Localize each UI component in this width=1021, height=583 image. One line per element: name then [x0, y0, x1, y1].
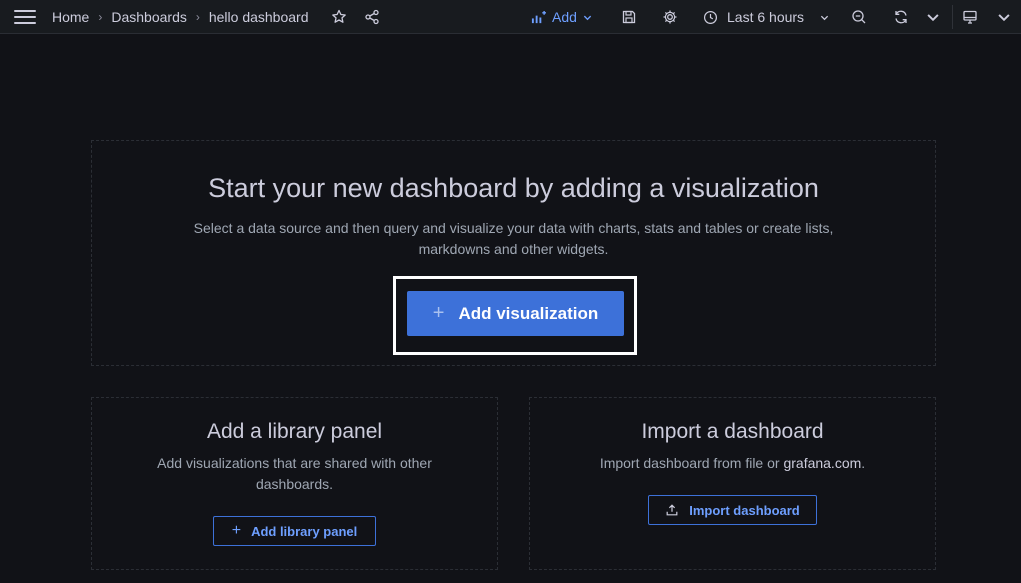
zoom-out-icon[interactable] — [850, 5, 868, 29]
import-dashboard-description: Import dashboard from file or grafana.co… — [570, 453, 895, 474]
breadcrumb-current-dashboard: hello dashboard — [208, 9, 309, 25]
hero-description: Select a data source and then query and … — [193, 220, 834, 257]
breadcrumb: Home › Dashboards › hello dashboard — [52, 0, 309, 34]
time-range-label: Last 6 hours — [727, 9, 805, 25]
save-icon[interactable] — [620, 5, 638, 29]
add-library-panel-button[interactable]: + Add library panel — [213, 516, 376, 546]
focus-highlight: + Add visualization — [393, 276, 637, 355]
empty-dashboard-hero: Start your new dashboard by adding a vis… — [91, 140, 936, 366]
gear-icon[interactable] — [661, 5, 679, 29]
library-panel-card: Add a library panel Add visualizations t… — [91, 397, 498, 570]
hero-title: Start your new dashboard by adding a vis… — [208, 173, 819, 203]
breadcrumb-dashboards[interactable]: Dashboards — [111, 9, 187, 25]
upload-icon — [666, 504, 678, 516]
plus-icon: + — [231, 522, 242, 539]
chevron-right-icon: › — [195, 10, 200, 24]
refresh-icon[interactable] — [892, 5, 910, 29]
menu-icon[interactable] — [14, 7, 36, 27]
toolbar-divider — [952, 5, 953, 29]
import-description-suffix: . — [861, 455, 866, 471]
add-visualization-label: Add visualization — [458, 303, 599, 323]
import-dashboard-title: Import a dashboard — [641, 420, 824, 443]
add-library-panel-label: Add library panel — [251, 523, 358, 539]
add-label: Add — [552, 9, 577, 25]
import-dashboard-card: Import a dashboard Import dashboard from… — [529, 397, 936, 570]
add-visualization-button[interactable]: + Add visualization — [407, 291, 624, 336]
add-panel-icon — [531, 10, 546, 23]
grafana-com-link[interactable]: grafana.com — [783, 455, 861, 471]
clock-icon — [703, 10, 718, 24]
import-dashboard-label: Import dashboard — [689, 502, 800, 518]
library-panel-description: Add visualizations that are shared with … — [157, 455, 432, 492]
library-panel-title: Add a library panel — [206, 420, 383, 443]
view-chevron-down-icon[interactable] — [997, 5, 1011, 29]
import-description-text: Import dashboard from file or — [599, 455, 784, 471]
top-navigation-bar: Home › Dashboards › hello dashboard Add … — [0, 0, 1021, 34]
refresh-interval-chevron-down-icon[interactable] — [926, 5, 940, 29]
chevron-down-icon — [583, 15, 592, 20]
star-icon[interactable] — [330, 5, 348, 29]
time-range-picker[interactable]: Last 6 hours — [703, 5, 829, 29]
share-icon[interactable] — [363, 5, 381, 29]
chevron-down-icon — [820, 15, 829, 20]
plus-icon: + — [432, 302, 445, 324]
add-dropdown-button[interactable]: Add — [531, 5, 592, 29]
tv-mode-icon[interactable] — [961, 5, 979, 29]
import-dashboard-button[interactable]: Import dashboard — [648, 495, 817, 525]
chevron-right-icon: › — [98, 10, 103, 24]
breadcrumb-home[interactable]: Home — [52, 9, 89, 25]
